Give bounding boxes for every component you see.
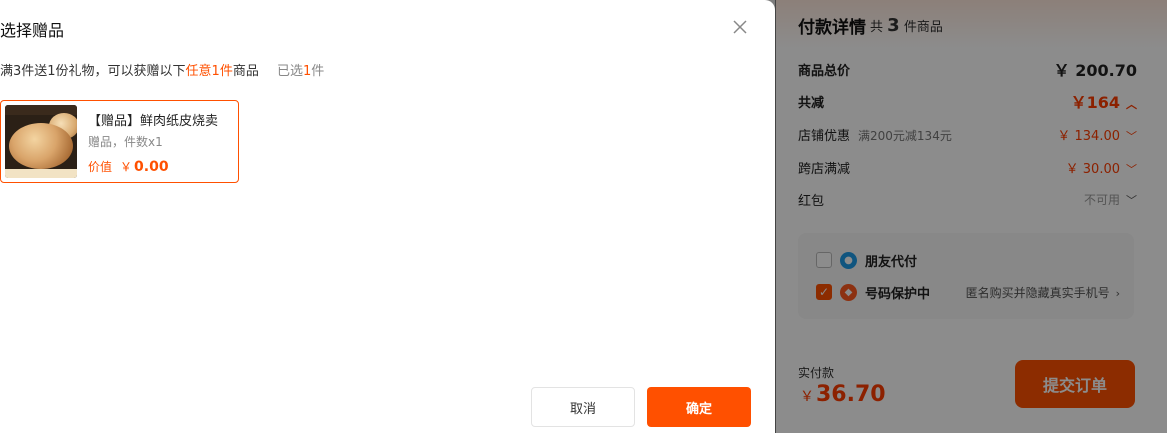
modal-overlay[interactable] — [775, 0, 1167, 433]
gift-price-currency: ￥ — [120, 160, 133, 174]
rule-suffix: 商品 — [232, 64, 259, 79]
thumb-bottom-strip — [5, 169, 77, 178]
selected-count: 已选1件 — [277, 64, 324, 79]
gift-meta: 赠品，件数x1 — [88, 135, 163, 149]
gift-price-label: 价值 — [88, 160, 113, 174]
rule-highlight: 任意1件 — [185, 64, 233, 79]
gift-selection-dialog: 选择赠品 满3件送1份礼物，可以获赠以下任意1件商品 已选1件 【赠品】鲜肉纸皮… — [0, 0, 775, 433]
gift-rule-text: 满3件送1份礼物，可以获赠以下任意1件商品 已选1件 — [0, 60, 324, 79]
gift-name: 【赠品】鲜肉纸皮烧卖 — [88, 114, 219, 129]
cancel-button[interactable]: 取消 — [531, 387, 635, 427]
thumb-bun — [9, 123, 73, 169]
selected-suffix: 件 — [311, 64, 325, 79]
dialog-title: 选择赠品 — [0, 21, 65, 40]
gift-price-value: 0.00 — [134, 159, 169, 175]
food-photo-icon — [5, 105, 77, 178]
close-icon[interactable] — [730, 17, 750, 37]
selected-prefix: 已选 — [276, 64, 303, 79]
rule-prefix: 满3件送1份礼物，可以获赠以下 — [0, 64, 186, 79]
confirm-button[interactable]: 确定 — [647, 387, 751, 427]
gift-price: 价值 ￥ 0.00 — [88, 158, 169, 175]
gift-card-selected[interactable]: 【赠品】鲜肉纸皮烧卖 赠品，件数x1 价值 ￥ 0.00 — [0, 100, 239, 183]
